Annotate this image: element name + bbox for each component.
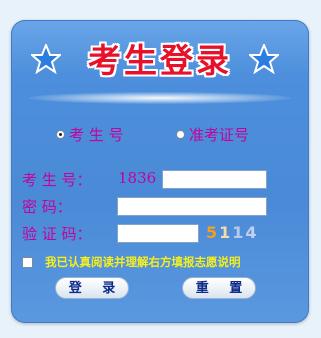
- candidate-number-prefix: 1836: [118, 169, 157, 187]
- radio-label: 准考证号: [189, 126, 250, 144]
- login-button[interactable]: 登 录: [55, 277, 129, 299]
- captcha-digit: 1: [232, 223, 246, 242]
- header-highlight: [29, 92, 291, 104]
- captcha-image[interactable]: 5114: [206, 223, 259, 242]
- captcha-digit: 4: [245, 223, 259, 242]
- captcha-input[interactable]: [117, 224, 199, 243]
- password-label: 密 码：: [22, 198, 72, 216]
- agreement-row: 我已认真阅读并理解右方填报志愿说明: [22, 254, 241, 270]
- captcha-digit: 1: [219, 223, 233, 242]
- radio-candidate-number[interactable]: 考 生 号: [56, 124, 124, 145]
- star-icon: [249, 44, 279, 74]
- reset-button[interactable]: 重 置: [182, 277, 256, 299]
- radio-label: 考 生 号: [69, 126, 124, 144]
- agreement-text: 我已认真阅读并理解右方填报志愿说明: [45, 255, 241, 269]
- login-header: 考生登录: [11, 20, 309, 112]
- candidate-number-label: 考 生 号：: [22, 171, 92, 189]
- captcha-label: 验 证 码：: [22, 225, 92, 243]
- radio-admission-ticket[interactable]: 准考证号: [176, 124, 249, 145]
- password-input[interactable]: [117, 197, 267, 216]
- captcha-digit: 5: [206, 223, 220, 242]
- agreement-checkbox[interactable]: [22, 256, 33, 268]
- radio-button-selected[interactable]: [56, 130, 65, 139]
- radio-button[interactable]: [176, 130, 185, 139]
- candidate-number-input[interactable]: [162, 170, 267, 189]
